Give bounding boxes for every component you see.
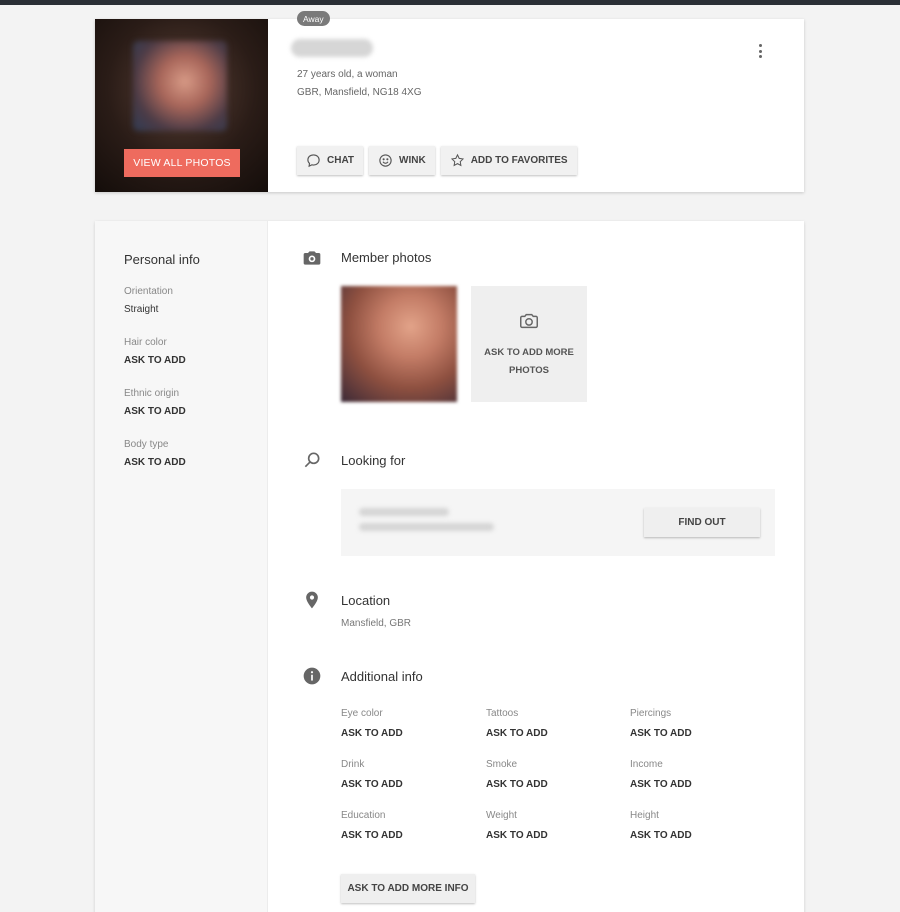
additional-info-income: Income ASK TO ADD [630, 759, 692, 790]
additional-info-height: Height ASK TO ADD [630, 810, 692, 841]
additional-info-tattoos: Tattoos ASK TO ADD [486, 708, 548, 739]
profile-name-blurred [291, 39, 373, 57]
find-out-button[interactable]: FIND OUT [644, 508, 760, 537]
ask-to-add-more-photos-tile[interactable]: ASK TO ADD MORE PHOTOS [471, 286, 587, 402]
search-icon [304, 452, 320, 468]
additional-info-title: Additional info [341, 669, 423, 684]
status-badge: Away [297, 11, 330, 26]
weight-ask-to-add[interactable]: ASK TO ADD [486, 830, 548, 841]
ethnic-origin-ask-to-add[interactable]: ASK TO ADD [124, 406, 186, 417]
chat-bubble-icon [307, 154, 320, 168]
location-value: Mansfield, GBR [341, 618, 412, 629]
drink-ask-to-add[interactable]: ASK TO ADD [341, 779, 403, 790]
hair-color-label: Hair color [124, 337, 167, 348]
body-type-label: Body type [124, 439, 169, 450]
ask-to-add-more-info-button[interactable]: ASK TO ADD MORE INFO [341, 874, 475, 903]
profile-age-gender: 27 years old, a woman [297, 69, 398, 80]
kebab-menu-icon[interactable] [753, 41, 767, 61]
smoke-label: Smoke [486, 759, 518, 770]
additional-info-smoke: Smoke ASK TO ADD [486, 759, 548, 790]
additional-info-eye-color: Eye color ASK TO ADD [341, 708, 403, 739]
additional-info-piercings: Piercings ASK TO ADD [630, 708, 692, 739]
location-pin-icon [306, 591, 318, 609]
additional-info-education: Education ASK TO ADD [341, 810, 403, 841]
camera-icon [303, 251, 321, 265]
profile-photo[interactable] [133, 41, 227, 131]
add-to-favorites-label: ADD TO FAVORITES [470, 155, 568, 166]
height-ask-to-add[interactable]: ASK TO ADD [630, 830, 692, 841]
star-icon [450, 153, 464, 167]
smoke-ask-to-add[interactable]: ASK TO ADD [486, 779, 548, 790]
personal-info-item-orientation: Orientation Straight [124, 286, 173, 315]
view-all-photos-button[interactable]: VIEW ALL PHOTOS [124, 149, 240, 177]
personal-info-item-body-type: Body type ASK TO ADD [124, 439, 186, 468]
ask-to-add-more-photos-label: ASK TO ADD MORE PHOTOS [484, 347, 574, 376]
personal-info-item-ethnic-origin: Ethnic origin ASK TO ADD [124, 388, 186, 417]
camera-outline-icon [520, 313, 538, 329]
member-photos-title: Member photos [341, 250, 432, 265]
profile-details-card: Personal info Orientation Straight Hair … [95, 221, 804, 912]
profile-photo-panel[interactable]: VIEW ALL PHOTOS [95, 19, 268, 192]
tattoos-ask-to-add[interactable]: ASK TO ADD [486, 728, 548, 739]
smiley-icon [379, 154, 392, 167]
info-icon [303, 667, 321, 685]
looking-for-title: Looking for [341, 453, 406, 468]
tattoos-label: Tattoos [486, 708, 519, 719]
piercings-label: Piercings [630, 708, 672, 719]
education-label: Education [341, 810, 386, 821]
additional-info-drink: Drink ASK TO ADD [341, 759, 403, 790]
profile-actions: CHAT WINK ADD TO FAVORITES [297, 146, 577, 175]
income-ask-to-add[interactable]: ASK TO ADD [630, 779, 692, 790]
drink-label: Drink [341, 759, 365, 770]
weight-label: Weight [486, 810, 517, 821]
ethnic-origin-label: Ethnic origin [124, 388, 180, 399]
income-label: Income [630, 759, 663, 770]
orientation-value: Straight [124, 304, 159, 315]
add-to-favorites-button[interactable]: ADD TO FAVORITES [440, 146, 577, 175]
looking-for-upgrade-box: FIND OUT [341, 489, 775, 556]
education-ask-to-add[interactable]: ASK TO ADD [341, 830, 403, 841]
profile-location: GBR, Mansfield, NG18 4XG [297, 87, 422, 98]
body-type-ask-to-add[interactable]: ASK TO ADD [124, 457, 186, 468]
eye-color-label: Eye color [341, 708, 383, 719]
personal-info-item-hair-color: Hair color ASK TO ADD [124, 337, 186, 366]
wink-label: WINK [399, 155, 426, 166]
personal-info-title: Personal info [124, 252, 200, 267]
wink-button[interactable]: WINK [369, 146, 435, 175]
hair-color-ask-to-add[interactable]: ASK TO ADD [124, 355, 186, 366]
additional-info-weight: Weight ASK TO ADD [486, 810, 548, 841]
chat-button[interactable]: CHAT [297, 146, 364, 175]
top-bar [0, 0, 900, 5]
height-label: Height [630, 810, 659, 821]
profile-header-card: VIEW ALL PHOTOS 27 years old, a woman GB… [95, 19, 804, 192]
personal-info-sidebar: Personal info Orientation Straight Hair … [95, 221, 268, 912]
orientation-label: Orientation [124, 286, 173, 297]
location-title: Location [341, 593, 391, 608]
piercings-ask-to-add[interactable]: ASK TO ADD [630, 728, 692, 739]
eye-color-ask-to-add[interactable]: ASK TO ADD [341, 728, 403, 739]
looking-for-blurred-text [359, 508, 499, 538]
chat-label: CHAT [327, 155, 355, 166]
member-photo-thumbnail[interactable] [341, 286, 457, 402]
